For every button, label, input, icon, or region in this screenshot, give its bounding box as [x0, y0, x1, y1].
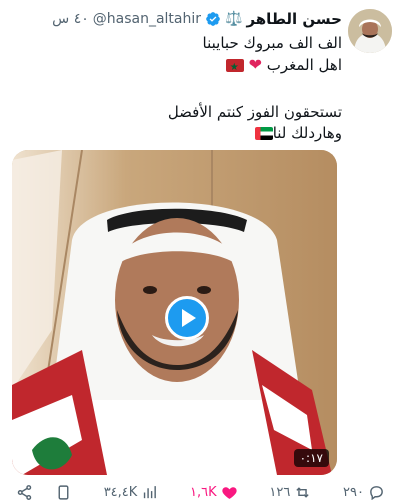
share-icon	[17, 484, 32, 500]
tweet-text-4: وهاردلك لنا	[272, 124, 342, 142]
like-button[interactable]: ١,٦K	[190, 484, 238, 500]
uae-flag-icon	[254, 127, 273, 140]
author-handle[interactable]: @hasan_altahir	[93, 11, 201, 27]
tweet-text-2: اهل المغرب	[266, 56, 342, 74]
reply-icon	[370, 485, 383, 500]
tweet[interactable]: حسن الطاهر ⚖️ @hasan_altahir ٤٠ س الف ال…	[0, 0, 399, 500]
tweet-text-line-2: اهل المغرب ❤	[12, 55, 342, 78]
retweet-icon	[296, 486, 309, 498]
views-button[interactable]: ٣٤,٤K	[104, 484, 159, 500]
avatar[interactable]	[348, 9, 392, 53]
reply-button[interactable]: ٢٩٠	[343, 484, 385, 500]
tweet-text-line-3: تستحقون الفوز كنتم الأفضل	[12, 102, 342, 122]
tweet-text-1: الف الف مبروك حبايبنا	[202, 34, 342, 52]
video-duration: ٠:١٧	[293, 449, 329, 467]
verified-badge-icon	[206, 12, 220, 26]
tweet-header: حسن الطاهر ⚖️ @hasan_altahir ٤٠ س	[52, 8, 342, 30]
tweet-actions: ٣٤,٤K ١,٦K ١٢٦ ٢٩٠	[16, 482, 385, 500]
tweet-text-line-1: الف الف مبروك حبايبنا	[12, 33, 342, 53]
morocco-flag-icon	[225, 58, 244, 78]
play-icon	[182, 309, 196, 327]
play-button[interactable]	[165, 296, 209, 340]
replies-count: ٢٩٠	[343, 484, 364, 500]
red-heart-icon: ❤	[248, 55, 262, 74]
views-count: ٣٤,٤K	[103, 484, 138, 500]
tweet-text-line-4: وهاردلك لنا	[12, 123, 342, 143]
likes-count: ١,٦K	[190, 484, 217, 500]
share-button[interactable]	[16, 484, 72, 500]
retweets-count: ١٢٦	[269, 484, 291, 500]
tweet-text-3: تستحقون الفوز كنتم الأفضل	[167, 103, 342, 121]
views-chart-icon	[144, 485, 157, 498]
author-name[interactable]: حسن الطاهر	[246, 10, 342, 28]
video-player[interactable]: ٠:١٧	[12, 150, 337, 475]
tweet-time[interactable]: ٤٠ س	[52, 11, 89, 27]
scales-badge-icon: ⚖️	[225, 11, 243, 27]
retweet-button[interactable]: ١٢٦	[269, 484, 311, 500]
bookmark-icon[interactable]	[55, 484, 72, 500]
heart-filled-icon	[222, 486, 237, 499]
